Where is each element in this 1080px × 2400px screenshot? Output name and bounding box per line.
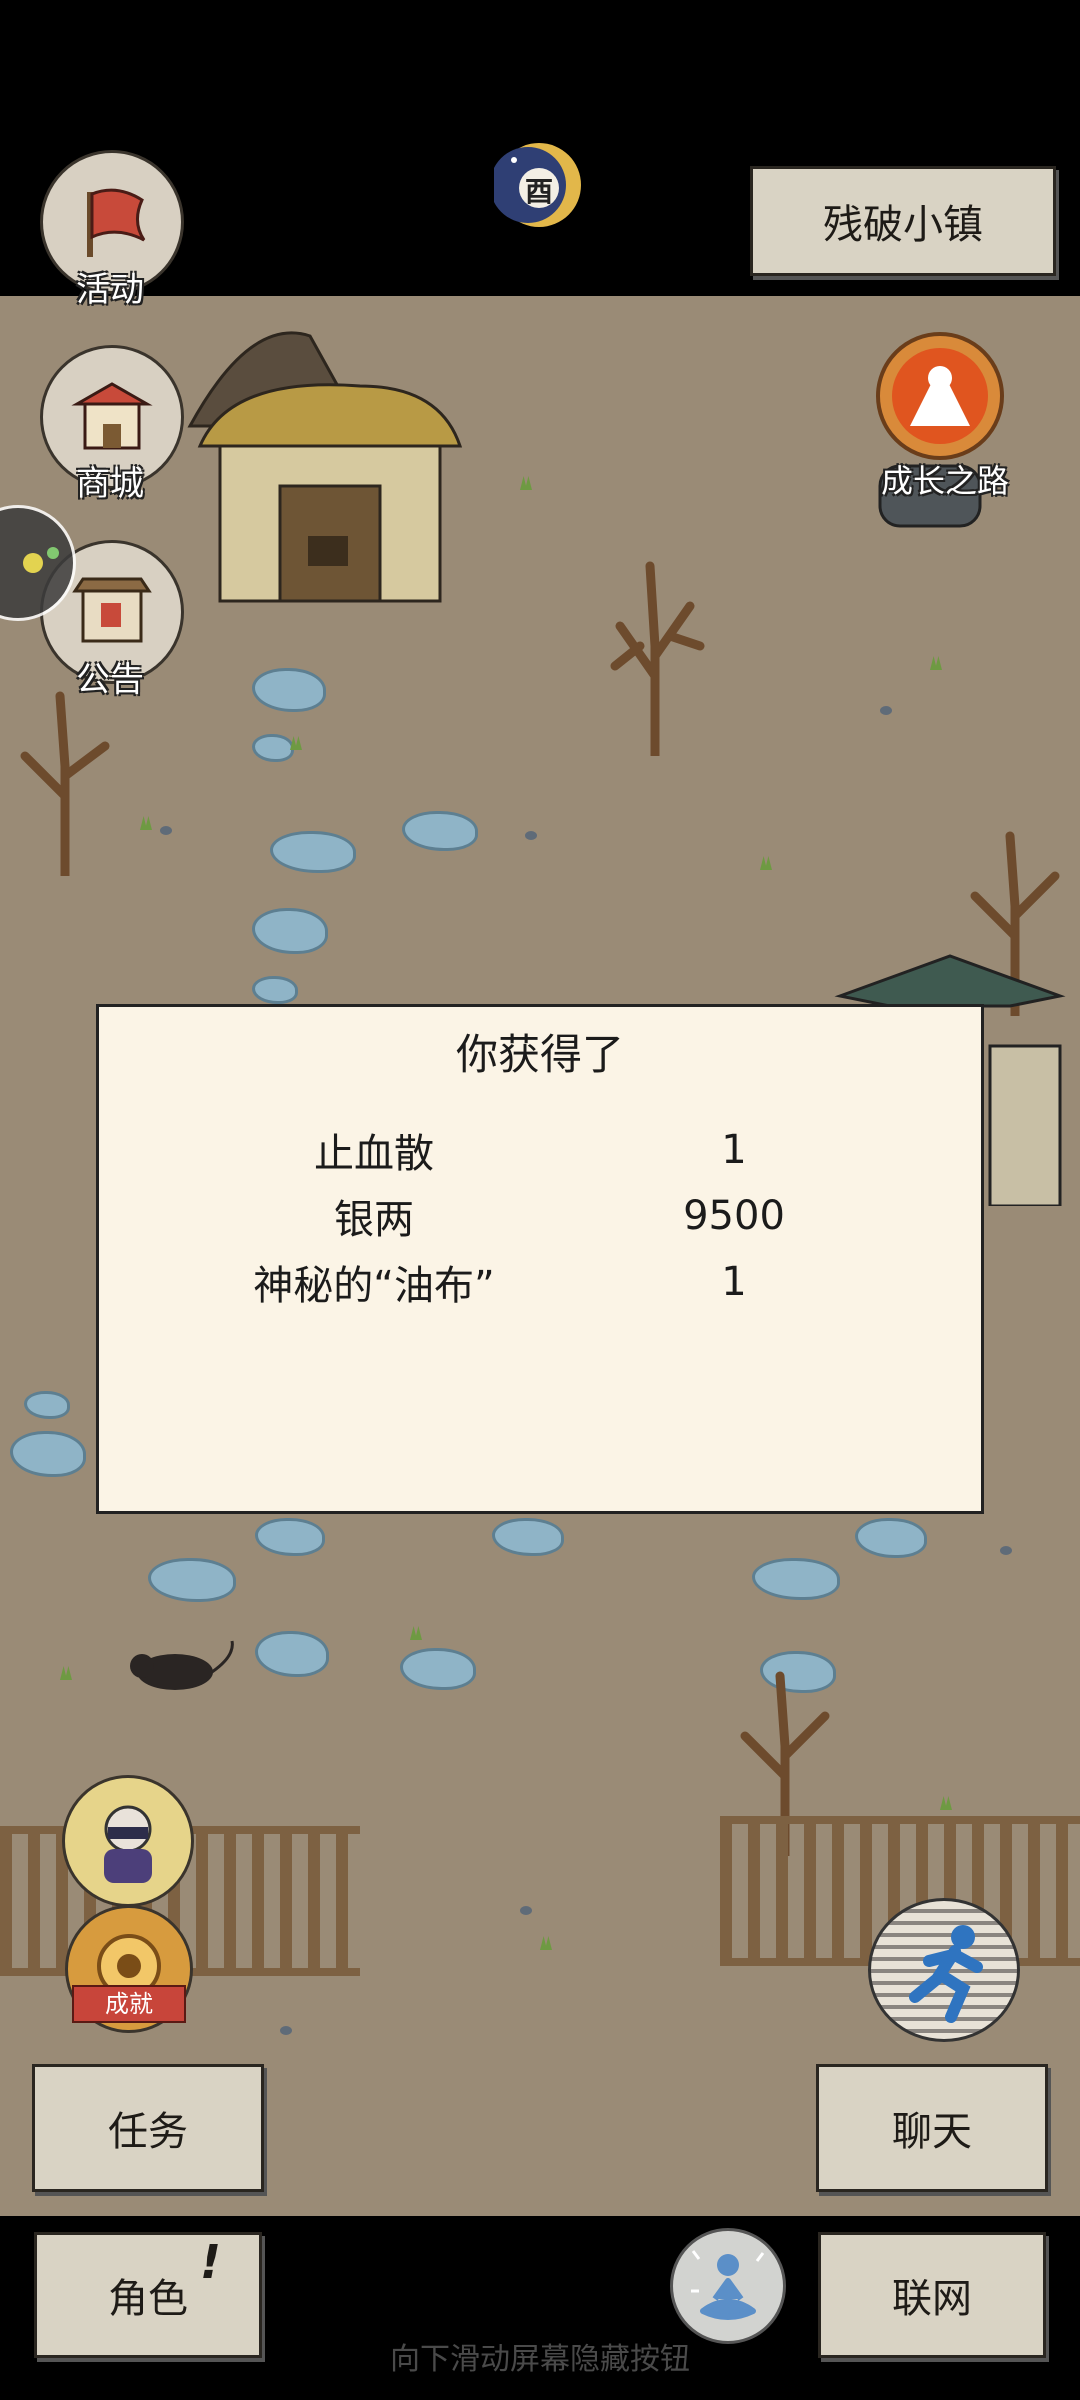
chat-button[interactable]: 聊天 xyxy=(816,2064,1048,2192)
path-stone xyxy=(400,1648,476,1690)
path-stone xyxy=(252,734,294,762)
pebble xyxy=(520,1906,532,1915)
hut[interactable] xyxy=(160,316,480,616)
task-button[interactable]: 任务 xyxy=(32,2064,264,2192)
pebble xyxy=(160,826,172,835)
notice-board-icon xyxy=(72,577,152,643)
activity-label: 活动 xyxy=(76,270,144,310)
path-stone xyxy=(752,1558,840,1600)
achievement-ribbon: 成就 xyxy=(72,1985,186,2023)
dots-icon xyxy=(23,547,59,573)
grass-tuft xyxy=(540,1936,552,1950)
reward-row: 止血散 1 xyxy=(139,1117,939,1183)
moon-time-badge: 酉 xyxy=(490,140,584,230)
hide-buttons-hint: 向下滑动屏幕隐藏按钮 xyxy=(390,2342,690,2377)
growth-path-button[interactable]: 成长之路 xyxy=(850,316,1050,536)
reward-item-name: 银两 xyxy=(334,1197,414,1243)
path-stone xyxy=(10,1431,86,1477)
role-label: 角色 xyxy=(108,2276,188,2322)
grass-tuft xyxy=(940,1796,952,1810)
notice-label: 公告 xyxy=(76,660,144,700)
shop-icon xyxy=(71,382,153,450)
path-stone xyxy=(252,976,298,1004)
reward-item-qty: 1 xyxy=(721,1127,747,1173)
pebble xyxy=(1000,1546,1012,1555)
path-stone xyxy=(24,1391,70,1419)
reward-item-name: 神秘的“油布” xyxy=(253,1263,495,1309)
bare-tree xyxy=(610,561,705,756)
path-stone xyxy=(252,668,326,712)
reward-row: 银两 9500 xyxy=(139,1183,939,1249)
role-alert-mark: ! xyxy=(200,2235,221,2289)
bare-tree xyxy=(20,691,110,876)
grass-tuft xyxy=(930,656,942,670)
reward-dialog-title: 你获得了 xyxy=(455,1030,624,1079)
location-button[interactable]: 残破小镇 xyxy=(750,166,1056,276)
path-stone xyxy=(855,1518,927,1558)
path-stone xyxy=(148,1558,236,1602)
flag-icon xyxy=(87,188,146,257)
grass-tuft xyxy=(60,1666,72,1680)
meditation-icon xyxy=(691,2250,765,2320)
rat-icon[interactable] xyxy=(120,1636,240,1696)
network-label: 联网 xyxy=(892,2276,972,2322)
pebble xyxy=(280,2026,292,2035)
character-avatar-button[interactable] xyxy=(62,1775,194,1907)
path-stone xyxy=(252,908,328,954)
avatar-icon xyxy=(104,1805,152,1883)
run-button[interactable] xyxy=(868,1898,1020,2042)
grass-tuft xyxy=(410,1626,422,1640)
path-stone xyxy=(402,811,478,851)
growth-path-label: 成长之路 xyxy=(880,462,1009,500)
shop-label: 商城 xyxy=(76,464,144,504)
pebble xyxy=(880,706,892,715)
path-stone xyxy=(255,1631,329,1677)
achievement-label: 成就 xyxy=(105,1990,153,2018)
reward-list: 止血散 1 银两 9500 神秘的“油布” 1 xyxy=(139,1117,939,1315)
chat-label: 聊天 xyxy=(892,2109,972,2155)
time-badge-text: 酉 xyxy=(524,175,553,208)
path-stone xyxy=(492,1518,564,1556)
reward-item-qty: 9500 xyxy=(683,1193,785,1239)
location-label: 残破小镇 xyxy=(823,202,983,248)
meditate-button[interactable] xyxy=(670,2228,786,2344)
task-label: 任务 xyxy=(108,2109,188,2155)
path-stone xyxy=(270,831,356,873)
running-man-icon xyxy=(909,1925,983,2023)
path-stone xyxy=(255,1518,325,1556)
reward-dialog[interactable]: 你获得了 止血散 1 银两 9500 神秘的“油布” 1 xyxy=(96,1004,984,1514)
reward-item-name: 止血散 xyxy=(314,1131,434,1177)
pebble xyxy=(525,831,537,840)
floating-widget[interactable] xyxy=(0,505,76,621)
grass-tuft xyxy=(140,816,152,830)
reward-row: 神秘的“油布” 1 xyxy=(139,1249,939,1315)
reward-item-qty: 1 xyxy=(721,1259,747,1305)
grass-tuft xyxy=(760,856,772,870)
grass-tuft xyxy=(520,476,532,490)
